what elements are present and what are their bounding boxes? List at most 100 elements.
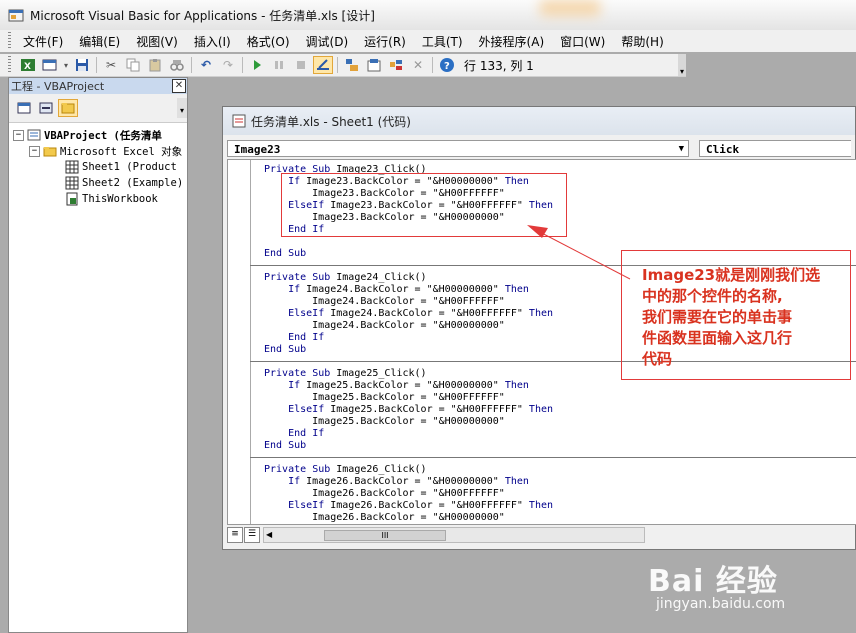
toolbox-icon[interactable]: ✕: [408, 56, 428, 74]
code-line[interactable]: ElseIf Image24.BackColor = "&H00FFFFFF" …: [264, 308, 553, 320]
annotation-line: 代码: [642, 350, 673, 368]
object-combo[interactable]: Image23 ▼: [227, 139, 689, 158]
object-browser-icon[interactable]: [386, 56, 406, 74]
code-line[interactable]: If Image26.BackColor = "&H00000000" Then: [264, 476, 553, 488]
toggle-folders-icon[interactable]: [58, 99, 78, 117]
tree-label-thisworkbook: ThisWorkbook: [82, 193, 158, 205]
save-icon[interactable]: [72, 56, 92, 74]
collapse-icon[interactable]: −: [13, 129, 24, 141]
procedure-gap: [264, 356, 553, 368]
close-icon[interactable]: ✕: [172, 79, 186, 93]
code-line[interactable]: Private Sub Image24_Click(): [264, 272, 553, 284]
dropdown-arrow-icon[interactable]: ▾: [62, 56, 70, 74]
tree-row-thisworkbook[interactable]: ThisWorkbook: [13, 191, 187, 207]
menu-debug[interactable]: 调试(D): [300, 33, 359, 50]
toolbar-separator: [96, 57, 97, 73]
menu-file[interactable]: 文件(F): [17, 33, 73, 50]
menu-bar: 文件(F) 编辑(E) 视图(V) 插入(I) 格式(O) 调试(D) 运行(R…: [0, 30, 856, 52]
undo-icon[interactable]: ↶: [196, 56, 216, 74]
tree-row-sheet2[interactable]: Sheet2 (Example): [13, 175, 187, 191]
view-code-icon[interactable]: [14, 99, 34, 117]
collapse-icon[interactable]: −: [29, 145, 40, 157]
tree-row-excel-objects[interactable]: − Microsoft Excel 对象: [13, 143, 187, 159]
code-window-bottom-bar: ≡ ☰ ◀ III: [227, 527, 856, 543]
code-line[interactable]: End Sub: [264, 440, 553, 452]
tree-row-vbaproject[interactable]: − VBAProject (任务清单: [13, 127, 187, 143]
code-line[interactable]: Image25.BackColor = "&H00FFFFFF": [264, 392, 553, 404]
reset-icon[interactable]: [291, 56, 311, 74]
design-mode-icon[interactable]: [313, 56, 333, 74]
toolbar-options-icon[interactable]: ▾: [678, 54, 686, 76]
menu-addins[interactable]: 外接程序(A): [473, 33, 555, 50]
menu-format[interactable]: 格式(O): [241, 33, 300, 50]
annotation-line: 件函数里面输入这几行: [642, 329, 793, 347]
tree-row-sheet1[interactable]: Sheet1 (Product: [13, 159, 187, 175]
worksheet-icon: [65, 176, 79, 190]
code-line[interactable]: Image26.BackColor = "&H00FFFFFF": [264, 488, 553, 500]
tree-label-root: VBAProject (任务清单: [44, 129, 162, 142]
project-explorer-toolbar: ▾: [9, 94, 187, 123]
margin-indicator-bar[interactable]: [228, 160, 251, 524]
scroll-thumb[interactable]: III: [324, 530, 446, 541]
copy-icon[interactable]: [123, 56, 143, 74]
paste-icon[interactable]: [145, 56, 165, 74]
redo-icon[interactable]: ↷: [218, 56, 238, 74]
code-line[interactable]: End If: [264, 428, 553, 440]
code-line[interactable]: End If: [264, 332, 553, 344]
code-line[interactable]: If Image25.BackColor = "&H00000000" Then: [264, 380, 553, 392]
help-icon[interactable]: ?: [437, 56, 457, 74]
vba-project-icon: [27, 129, 41, 141]
horizontal-scrollbar[interactable]: ◀ III: [263, 527, 645, 543]
workbook-icon: [66, 192, 78, 206]
code-line[interactable]: Private Sub Image26_Click(): [264, 464, 553, 476]
toolbar-separator: [242, 57, 243, 73]
vba-app-icon: [8, 9, 24, 22]
code-line[interactable]: End Sub: [264, 344, 553, 356]
properties-icon[interactable]: [364, 56, 384, 74]
folder-icon: [43, 147, 57, 157]
code-line[interactable]: ElseIf Image26.BackColor = "&H00FFFFFF" …: [264, 500, 553, 512]
procedure-gap: [264, 260, 553, 272]
annotation-callout: Image23就是刚刚我们选 中的那个控件的名称, 我们需要在它的单击事 件函数…: [621, 250, 851, 380]
toolbar-grip[interactable]: [8, 56, 11, 74]
code-line[interactable]: ElseIf Image25.BackColor = "&H00FFFFFF" …: [264, 404, 553, 416]
excel-icon[interactable]: X: [18, 56, 38, 74]
menu-view[interactable]: 视图(V): [130, 33, 188, 50]
view-object-icon[interactable]: [36, 99, 56, 117]
menubar-grip[interactable]: [8, 32, 11, 50]
cut-icon[interactable]: ✂: [101, 56, 121, 74]
menu-insert[interactable]: 插入(I): [188, 33, 241, 50]
project-explorer: 工程 - VBAProject ✕ ▾ − VBAProject (任务清单 −…: [8, 77, 188, 633]
code-line[interactable]: Image24.BackColor = "&H00FFFFFF": [264, 296, 553, 308]
toolbar-separator: [191, 57, 192, 73]
menu-window[interactable]: 窗口(W): [554, 33, 615, 50]
full-module-view-icon[interactable]: ☰: [244, 527, 260, 543]
menu-edit[interactable]: 编辑(E): [73, 33, 130, 50]
annotation-line: 中的那个控件的名称,: [642, 287, 783, 305]
code-line[interactable]: [264, 236, 553, 248]
scroll-down-icon[interactable]: ▾: [177, 98, 187, 118]
procedure-view-icon[interactable]: ≡: [227, 527, 243, 543]
code-line[interactable]: Image26.BackColor = "&H00000000": [264, 512, 553, 524]
svg-text:?: ?: [444, 61, 450, 72]
code-line[interactable]: If Image24.BackColor = "&H00000000" Then: [264, 284, 553, 296]
code-line[interactable]: Image24.BackColor = "&H00000000": [264, 320, 553, 332]
menu-tools[interactable]: 工具(T): [416, 33, 473, 50]
annotation-line: 我们需要在它的单击事: [642, 308, 793, 326]
run-icon[interactable]: [247, 56, 267, 74]
break-icon[interactable]: [269, 56, 289, 74]
code-line[interactable]: Private Sub Image25_Click(): [264, 368, 553, 380]
menu-help[interactable]: 帮助(H): [615, 33, 673, 50]
worksheet-icon: [65, 160, 79, 174]
scroll-left-icon[interactable]: ◀: [266, 528, 272, 542]
project-explorer-icon[interactable]: [342, 56, 362, 74]
code-line[interactable]: End Sub: [264, 248, 553, 260]
code-line[interactable]: Image25.BackColor = "&H00000000": [264, 416, 553, 428]
chevron-down-icon[interactable]: ▼: [679, 141, 684, 158]
annotation-line: Image23就是刚刚我们选: [642, 266, 821, 284]
project-tree: − VBAProject (任务清单 − Microsoft Excel 对象 …: [9, 123, 187, 207]
menu-run[interactable]: 运行(R): [358, 33, 416, 50]
find-icon[interactable]: [167, 56, 187, 74]
procedure-combo[interactable]: Click: [699, 139, 851, 157]
insert-userform-icon[interactable]: [40, 56, 60, 74]
